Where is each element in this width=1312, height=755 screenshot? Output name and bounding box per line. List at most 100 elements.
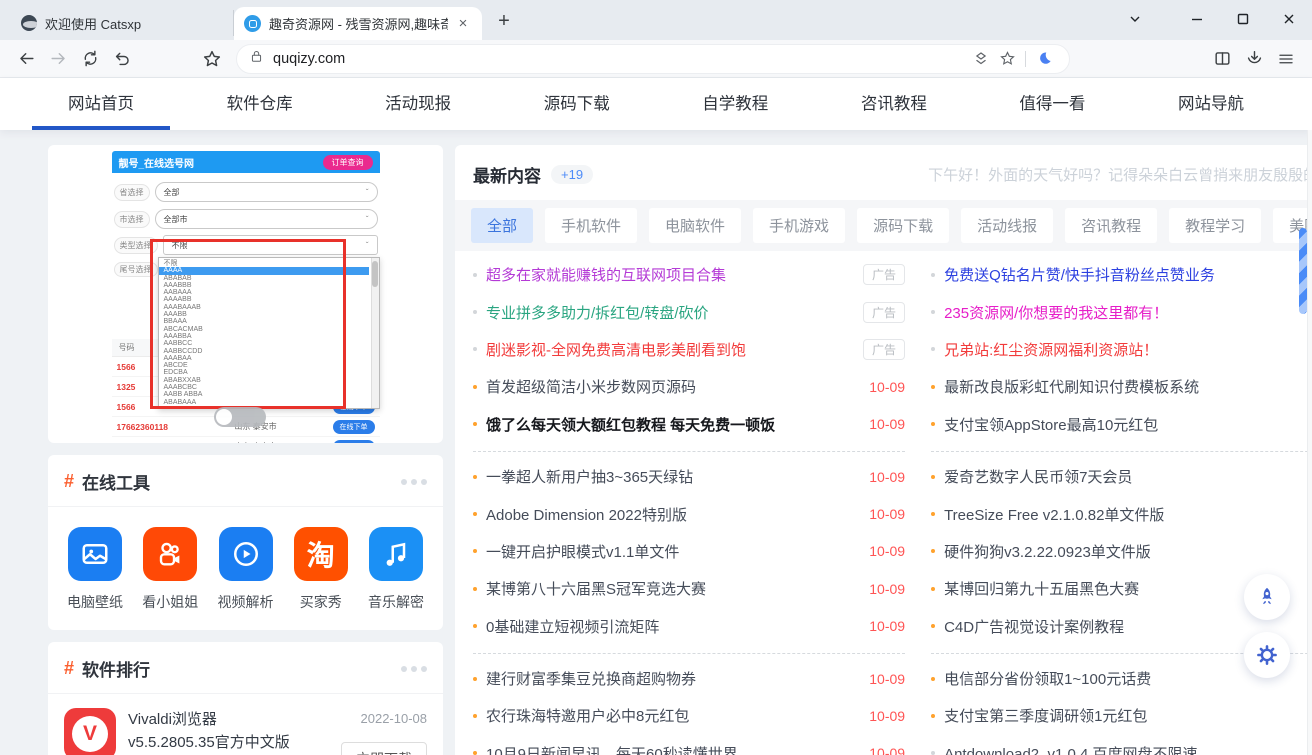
news-date: 10-09 <box>869 416 905 432</box>
nav-item-7[interactable]: 值得一看 <box>1019 78 1085 130</box>
nav-item-1[interactable]: 网站首页 <box>68 78 134 130</box>
address-bar[interactable]: quqizy.com <box>236 44 1070 74</box>
category-tab-7[interactable]: 咨讯教程 <box>1065 208 1157 243</box>
news-item[interactable]: 建行财富季集豆兑换商超购物券10-09 <box>473 660 905 697</box>
split-view-icon[interactable] <box>1206 44 1238 74</box>
news-item[interactable]: Antdownload2_v1.0.4 百度网盘不限速10-08 <box>931 735 1312 755</box>
news-item[interactable]: 农行珠海特邀用户必中8元红包10-09 <box>473 697 905 734</box>
order-online-button: 在线下单 <box>333 420 375 434</box>
news-item[interactable]: 支付宝领AppStore最高10元红包10-09 <box>931 406 1312 443</box>
bullet-icon <box>473 273 477 277</box>
bullet-icon <box>473 512 477 516</box>
tab-close-icon[interactable]: × <box>454 15 472 33</box>
lock-icon <box>249 49 264 69</box>
more-dots-icon[interactable] <box>401 479 427 485</box>
window-maximize-button[interactable] <box>1220 0 1266 38</box>
news-item[interactable]: 10月9日新闻早讯，每天60秒读懂世界10-09 <box>473 735 905 755</box>
software-title[interactable]: Vivaldi浏览器 <box>128 708 329 731</box>
tool-item-2[interactable]: 看小姐姐 <box>137 527 203 612</box>
news-item[interactable]: 首发超级简洁小米步数网页源码10-09 <box>473 368 905 405</box>
category-tab-3[interactable]: 电脑软件 <box>649 208 741 243</box>
category-tab-5[interactable]: 源码下载 <box>857 208 949 243</box>
back-to-top-rocket-button[interactable] <box>1244 574 1290 620</box>
dashed-divider <box>473 451 905 452</box>
nav-item-8[interactable]: 网站导航 <box>1178 78 1244 130</box>
release-date: 2022-10-08 <box>341 711 427 726</box>
news-item[interactable]: 某博第八十六届黑S冠军竞选大赛10-09 <box>473 570 905 607</box>
window-close-button[interactable] <box>1266 0 1312 38</box>
more-dots-icon[interactable] <box>401 666 427 672</box>
phone-number: 17662360118 <box>117 422 179 432</box>
bullet-icon <box>473 714 477 718</box>
news-item[interactable]: 0基础建立短视频引流矩阵10-09 <box>473 608 905 645</box>
section-title: 在线工具 <box>82 469 150 494</box>
back-button[interactable] <box>10 44 42 74</box>
news-title: 最新改良版彩虹代刷知识付费模板系统 <box>944 376 1312 397</box>
category-tab-4[interactable]: 手机游戏 <box>753 208 845 243</box>
news-title: 专业拼多多助力/拆红包/转盘/砍价 <box>486 302 851 323</box>
section-title: 软件排行 <box>82 656 150 681</box>
news-item[interactable]: 免费送Q钻名片赞/快手抖音粉丝点赞业务广告 <box>931 256 1312 293</box>
software-version[interactable]: v5.5.2805.35官方中文版 <box>128 731 329 754</box>
site-navigation: 网站首页 软件仓库 活动现报 源码下载 自学教程 咨讯教程 值得一看 网站导航 <box>0 78 1312 130</box>
news-title: 建行财富季集豆兑换商超购物券 <box>486 668 857 689</box>
category-tab-2[interactable]: 手机软件 <box>545 208 637 243</box>
bookmark-star-icon[interactable] <box>994 46 1020 72</box>
bullet-icon <box>473 751 477 755</box>
nav-item-6[interactable]: 咨讯教程 <box>861 78 927 130</box>
dark-mode-moon-icon[interactable] <box>1031 46 1057 72</box>
news-item[interactable]: 硬件狗狗v3.2.22.0923单文件版10-09 <box>931 533 1312 570</box>
province-select-row: 省选择 全部ˇ <box>114 181 378 203</box>
news-item[interactable]: 兄弟站:红尘资源网福利资源站！广告 <box>931 331 1312 368</box>
news-item[interactable]: 235资源网/你想要的我这里都有！广告 <box>931 293 1312 330</box>
nav-item-5[interactable]: 自学教程 <box>702 78 768 130</box>
category-tab-6[interactable]: 活动线报 <box>961 208 1053 243</box>
forward-button[interactable] <box>42 44 74 74</box>
news-item[interactable]: TreeSize Free v2.1.0.82单文件版10-09 <box>931 495 1312 532</box>
news-item[interactable]: Adobe Dimension 2022特别版10-09 <box>473 495 905 532</box>
news-item[interactable]: 超多在家就能赚钱的互联网项目合集广告 <box>473 256 905 293</box>
reload-icon[interactable] <box>74 44 106 74</box>
menu-hamburger-icon[interactable] <box>1270 44 1302 74</box>
extension-layers-icon[interactable] <box>968 46 994 72</box>
browser-tab-welcome[interactable]: 欢迎使用 Catsxp <box>10 10 234 36</box>
news-item[interactable]: 最新改良版彩虹代刷知识付费模板系统10-09 <box>931 368 1312 405</box>
download-icon[interactable] <box>1238 44 1270 74</box>
nav-item-2[interactable]: 软件仓库 <box>227 78 293 130</box>
bullet-icon <box>931 347 935 351</box>
tool-item-3[interactable]: 视频解析 <box>213 527 279 612</box>
undo-arrow-icon[interactable] <box>106 44 138 74</box>
page-content: 靓号_在线选号网 订单查询 省选择 全部ˇ 市选择 全部市ˇ 类型选择 不限ˇ <box>0 130 1312 755</box>
tab-search-chevron-icon[interactable] <box>1112 0 1158 38</box>
tool-label: 音乐解密 <box>368 592 424 612</box>
news-item[interactable]: 专业拼多多助力/拆红包/转盘/砍价广告 <box>473 293 905 330</box>
news-item[interactable]: 爱奇艺数字人民币领7天会员10-09 <box>931 458 1312 495</box>
window-minimize-button[interactable] <box>1174 0 1220 38</box>
nav-item-3[interactable]: 活动现报 <box>385 78 451 130</box>
page-scrollbar-thumb[interactable] <box>1299 228 1307 314</box>
news-date: 10-09 <box>869 581 905 597</box>
tool-item-1[interactable]: 电脑壁纸 <box>62 527 128 612</box>
home-star-icon[interactable] <box>196 44 228 74</box>
category-tab-8[interactable]: 教程学习 <box>1169 208 1261 243</box>
news-item[interactable]: 支付宝第三季度调研领1元红包10-09 <box>931 697 1312 734</box>
nav-item-4[interactable]: 源码下载 <box>544 78 610 130</box>
settings-gear-button[interactable] <box>1244 632 1290 678</box>
news-item[interactable]: 剧迷影视-全网免费高清电影美剧看到饱广告 <box>473 331 905 368</box>
new-tab-button[interactable]: + <box>490 7 518 35</box>
page-scrollbar-track[interactable] <box>1307 130 1312 755</box>
phone-region: 山东 泰安市 <box>179 441 333 443</box>
news-item[interactable]: 一拳超人新用户抽3~365天绿钻10-09 <box>473 458 905 495</box>
tool-item-4[interactable]: 淘买家秀 <box>288 527 354 612</box>
site-favicon <box>244 15 261 32</box>
tool-item-5[interactable]: 音乐解密 <box>363 527 429 612</box>
news-title: 首发超级简洁小米步数网页源码 <box>486 376 857 397</box>
news-title: 兄弟站:红尘资源网福利资源站！ <box>944 339 1309 360</box>
browser-tab-active[interactable]: 趣奇资源网 - 残雪资源网,趣味奇妙 × <box>234 7 482 40</box>
news-item[interactable]: 饿了么每天领大额红包教程 每天免费一顿饭10-09 <box>473 406 905 443</box>
ranking-item-vivaldi[interactable]: V Vivaldi浏览器 v5.5.2805.35官方中文版 ★★★★☆ / 站… <box>48 694 443 755</box>
news-item[interactable]: 一键开启护眼模式v1.1单文件10-09 <box>473 533 905 570</box>
category-tab-1[interactable]: 全部 <box>471 208 533 243</box>
download-now-button[interactable]: 立即下载 <box>341 742 427 755</box>
url-text[interactable]: quqizy.com <box>273 51 968 67</box>
